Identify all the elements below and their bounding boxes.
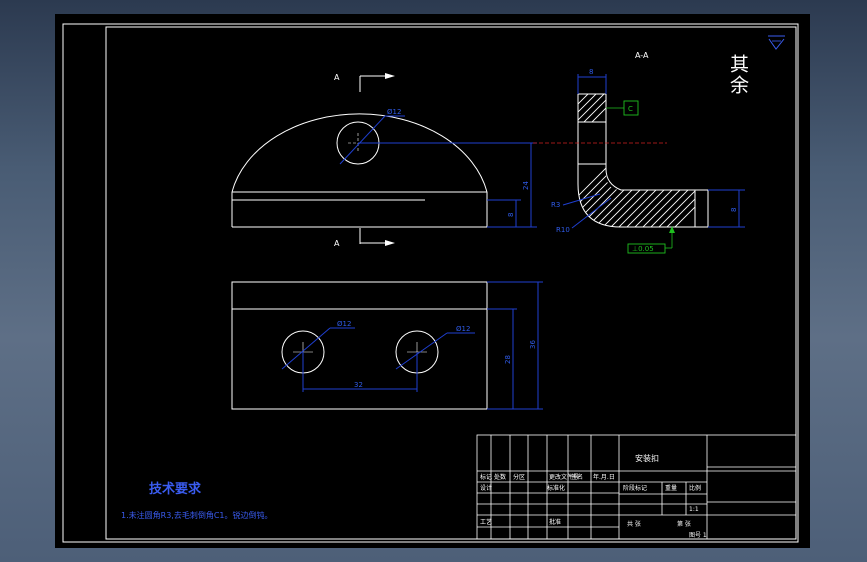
section-view: A-A 8 8 R3 R10 C ⊥0.05 <box>533 51 745 254</box>
height-outer-dim: 36 <box>529 340 537 349</box>
sheet-total: 共 张 <box>627 520 641 528</box>
svg-text:设计: 设计 <box>480 484 492 492</box>
svg-text:标准化: 标准化 <box>547 484 565 492</box>
height-base-dim: 8 <box>507 213 515 217</box>
drawing-sheet: Ø12 24 8 A A A-A 8 8 R3 R10 C ⊥0.05 Ø12 … <box>55 14 810 548</box>
section-thickness-dim: 8 <box>589 68 593 76</box>
tech-notes-title: 技术要求 <box>149 481 202 497</box>
height-inner-dim: 28 <box>504 355 512 364</box>
top-view: Ø12 Ø12 32 28 36 <box>231 281 543 410</box>
hole-spacing-dim: 32 <box>354 381 363 389</box>
scale-value: 1:1 <box>689 506 699 513</box>
footer-mark: 图号 1 <box>689 532 707 539</box>
surface-roughness-icon <box>768 35 785 50</box>
inner-radius-dim: R3 <box>551 201 560 209</box>
svg-text:C: C <box>628 105 633 113</box>
cad-drawing: Ø12 24 8 A A A-A 8 8 R3 R10 C ⊥0.05 Ø12 … <box>62 23 799 543</box>
inner-frame <box>105 26 797 540</box>
title-block-text: 安装扣 标记 处数 分区 更改文件号 签名 年.月.日 设计 标准化 工艺 批准… <box>480 453 707 539</box>
part-name: 安装扣 <box>635 453 659 463</box>
bottom-hole-right-dim: Ø12 <box>456 325 470 333</box>
stage-label: 阶段标记 <box>623 484 647 492</box>
height-total-dim: 24 <box>522 181 530 190</box>
section-flange-dim: 8 <box>730 208 738 212</box>
svg-text:⊥0.05: ⊥0.05 <box>632 245 654 253</box>
top-hole-dim: Ø12 <box>387 108 401 116</box>
tech-notes-line1: 1.未注圆角R3,去毛刺倒角C1。锐边倒钝。 <box>121 510 273 520</box>
outer-radius-dim: R10 <box>556 226 570 234</box>
svg-text:签名: 签名 <box>571 473 583 481</box>
surface-finish-text: 其余 <box>727 54 749 96</box>
technical-notes: 技术要求 1.未注圆角R3,去毛刺倒角C1。锐边倒钝。 <box>121 481 273 520</box>
outer-frame <box>62 23 799 543</box>
weight-label: 重量 <box>665 484 677 492</box>
sheet-index: 第 张 <box>677 520 691 528</box>
svg-text:标记: 标记 <box>480 473 492 481</box>
svg-text:年.月.日: 年.月.日 <box>593 473 615 481</box>
section-label: A-A <box>635 51 649 60</box>
front-view: Ø12 24 8 A A <box>231 73 537 248</box>
cut-label-bottom: A <box>334 239 340 248</box>
scale-label: 比例 <box>689 484 701 492</box>
svg-text:分区: 分区 <box>513 473 525 481</box>
svg-text:批准: 批准 <box>549 518 561 526</box>
svg-text:处数: 处数 <box>494 473 506 481</box>
cut-label-top: A <box>334 73 340 82</box>
surface-finish-note: 其余 <box>727 35 785 96</box>
bottom-hole-left-dim: Ø12 <box>337 320 351 328</box>
svg-text:工艺: 工艺 <box>480 518 492 526</box>
